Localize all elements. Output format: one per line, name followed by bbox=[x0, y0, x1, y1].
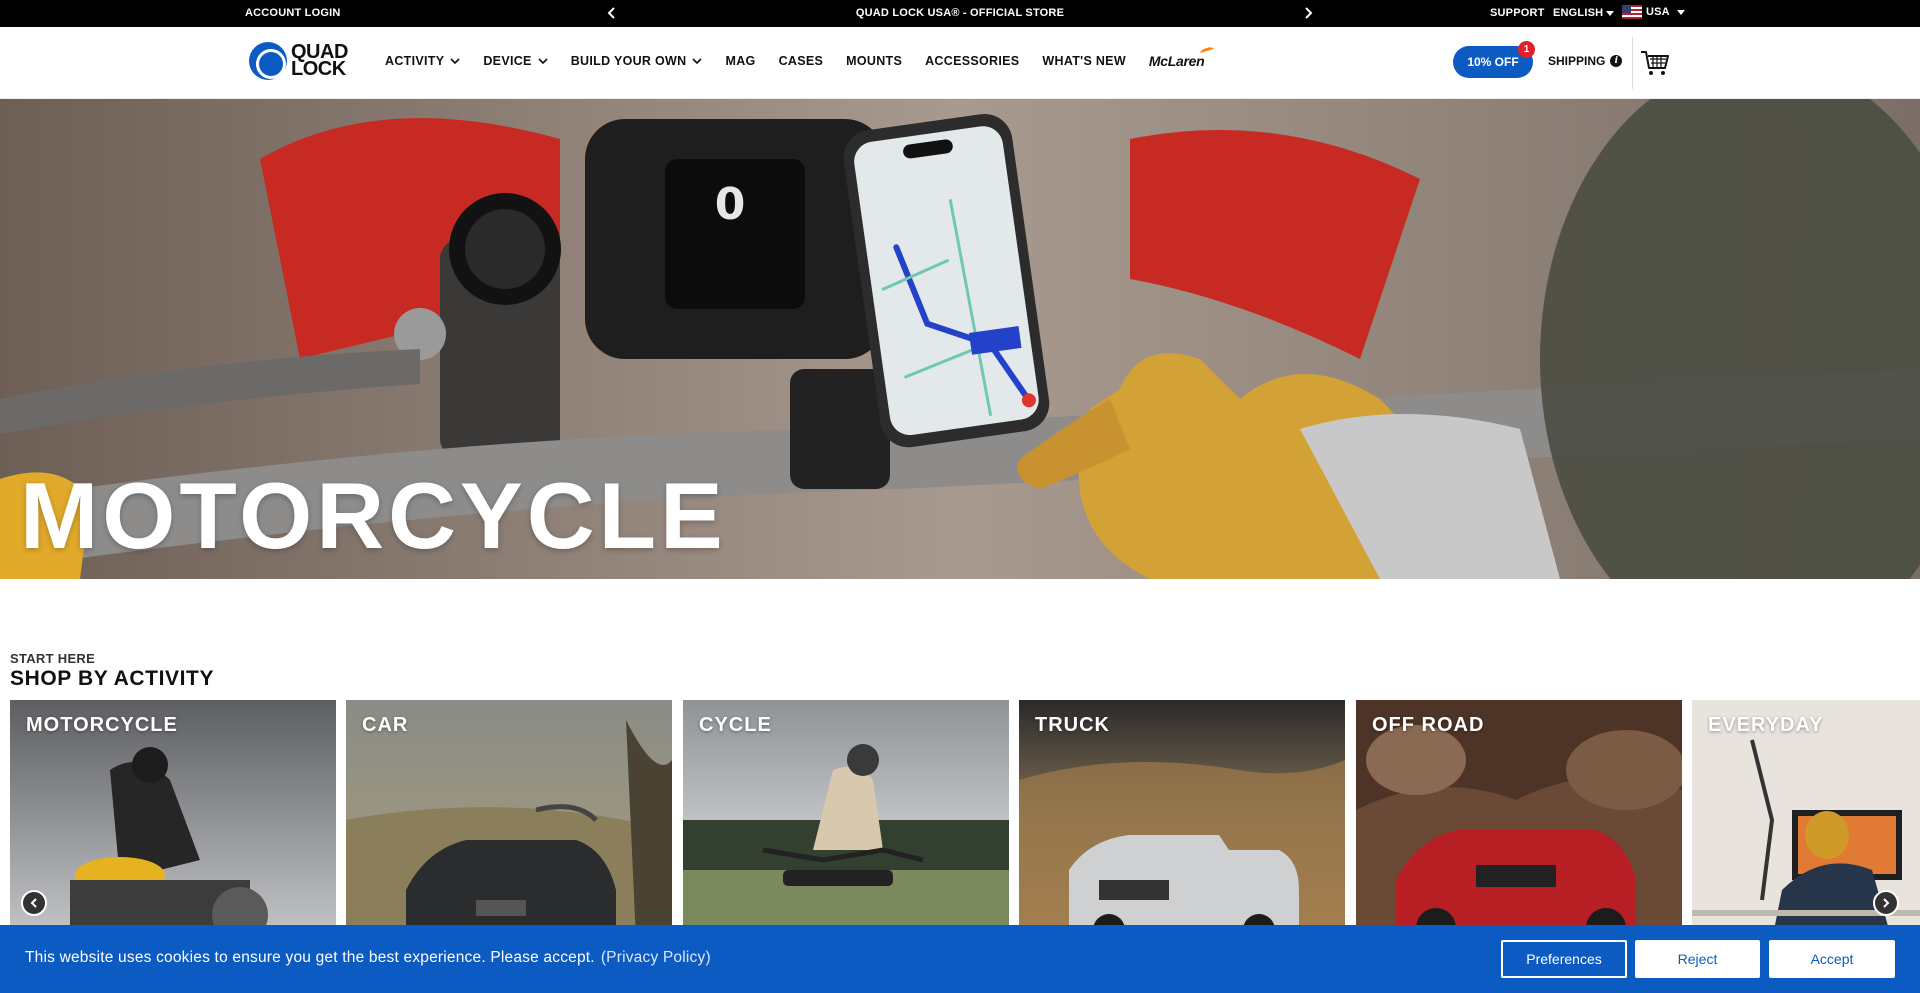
logo-line-2: LOCK bbox=[291, 58, 346, 80]
activity-carousel: MOTORCYCLE CAR CYCLE TRUCK OFF ROAD EVER… bbox=[10, 700, 1920, 925]
logo-wordmark: QUAD LOCK bbox=[291, 42, 348, 80]
main-nav: ACTIVITY DEVICE BUILD YOUR OWN MAG CASES… bbox=[385, 45, 1215, 69]
nav-item-label: DEVICE bbox=[483, 54, 532, 68]
language-label: ENGLISH bbox=[1553, 7, 1604, 19]
accept-button[interactable]: Accept bbox=[1769, 940, 1895, 978]
chevron-left-icon bbox=[30, 898, 37, 908]
header-divider bbox=[1632, 37, 1633, 89]
svg-text:0: 0 bbox=[715, 179, 746, 230]
cookie-message-text: This website uses cookies to ensure you … bbox=[25, 949, 595, 966]
country-label: USA bbox=[1646, 6, 1670, 18]
card-label: CAR bbox=[362, 714, 409, 736]
quad-lock-logo[interactable]: QUAD LOCK bbox=[249, 40, 367, 82]
cookie-banner: This website uses cookies to ensure you … bbox=[0, 925, 1920, 993]
info-icon: i bbox=[1610, 55, 1623, 67]
caret-down-icon bbox=[1676, 9, 1685, 15]
chevron-down-icon bbox=[450, 58, 460, 65]
caret-down-icon bbox=[1606, 10, 1615, 16]
nav-item-label: BUILD YOUR OWN bbox=[570, 54, 687, 68]
notification-badge: 1 bbox=[1518, 41, 1535, 58]
logo-mark-icon bbox=[249, 42, 287, 80]
top-bar: ACCOUNT LOGIN QUAD LOCK USA® - OFFICIAL … bbox=[0, 0, 1920, 27]
chevron-right-icon[interactable] bbox=[1300, 5, 1316, 21]
card-label: OFF ROAD bbox=[1372, 714, 1485, 736]
privacy-policy-link[interactable]: (Privacy Policy) bbox=[601, 949, 711, 966]
account-login-link[interactable]: ACCOUNT LOGIN bbox=[245, 7, 340, 19]
section-eyebrow: START HERE bbox=[10, 651, 96, 666]
site-header: QUAD LOCK ACTIVITY DEVICE BUILD YOUR OWN… bbox=[0, 27, 1920, 99]
country-selector[interactable]: USA bbox=[1622, 5, 1685, 19]
card-label: CYCLE bbox=[699, 714, 772, 736]
card-label: MOTORCYCLE bbox=[26, 714, 178, 736]
cookie-message: This website uses cookies to ensure you … bbox=[25, 949, 711, 967]
mclaren-logo[interactable]: McLaren bbox=[1148, 45, 1215, 69]
card-label: TRUCK bbox=[1035, 714, 1110, 736]
discount-button[interactable]: 10% OFF 1 bbox=[1453, 41, 1535, 78]
carousel-next-button[interactable] bbox=[1873, 890, 1899, 916]
language-selector[interactable]: ENGLISH bbox=[1553, 7, 1615, 19]
activity-card-car[interactable]: CAR bbox=[346, 700, 672, 925]
nav-item-mounts[interactable]: MOUNTS bbox=[846, 54, 902, 68]
activity-card-motorcycle[interactable]: MOTORCYCLE bbox=[10, 700, 336, 925]
us-flag-icon bbox=[1622, 5, 1642, 19]
preferences-button[interactable]: Preferences bbox=[1501, 940, 1627, 978]
discount-label: 10% OFF bbox=[1467, 55, 1519, 69]
hero-title: MOTORCYCLE bbox=[20, 463, 727, 568]
activity-card-off-road[interactable]: OFF ROAD bbox=[1356, 700, 1682, 925]
shipping-link[interactable]: SHIPPING i bbox=[1548, 54, 1623, 68]
nav-item-accessories[interactable]: ACCESSORIES bbox=[925, 54, 1019, 68]
nav-item-cases[interactable]: CASES bbox=[779, 54, 824, 68]
support-link[interactable]: SUPPORT bbox=[1490, 7, 1545, 19]
section-title: SHOP BY ACTIVITY bbox=[10, 667, 215, 690]
chevron-down-icon bbox=[692, 58, 703, 65]
reject-button[interactable]: Reject bbox=[1635, 940, 1760, 978]
card-label: EVERYDAY bbox=[1708, 714, 1824, 736]
nav-item-mag[interactable]: MAG bbox=[725, 54, 755, 68]
shipping-label: SHIPPING bbox=[1548, 54, 1606, 68]
nav-item-label: ACTIVITY bbox=[385, 54, 445, 68]
chevron-left-icon[interactable] bbox=[604, 5, 620, 21]
activity-card-truck[interactable]: TRUCK bbox=[1019, 700, 1345, 925]
chevron-right-icon bbox=[1883, 898, 1890, 908]
cart-icon[interactable] bbox=[1640, 49, 1670, 77]
carousel-prev-button[interactable] bbox=[21, 890, 47, 916]
mclaren-swoosh-icon bbox=[1199, 45, 1215, 57]
nav-item-build-your-own[interactable]: BUILD YOUR OWN bbox=[571, 54, 703, 68]
activity-card-cycle[interactable]: CYCLE bbox=[683, 700, 1009, 925]
nav-item-activity[interactable]: ACTIVITY bbox=[385, 54, 460, 68]
chevron-down-icon bbox=[538, 58, 548, 65]
hero-banner[interactable]: 0 MOTORCYCLE bbox=[0, 99, 1920, 579]
mclaren-wordmark: McLaren bbox=[1148, 53, 1205, 69]
nav-item-device[interactable]: DEVICE bbox=[483, 54, 548, 68]
nav-item-whats-new[interactable]: WHAT'S NEW bbox=[1042, 54, 1126, 68]
promo-message: QUAD LOCK USA® - OFFICIAL STORE bbox=[855, 7, 1065, 19]
